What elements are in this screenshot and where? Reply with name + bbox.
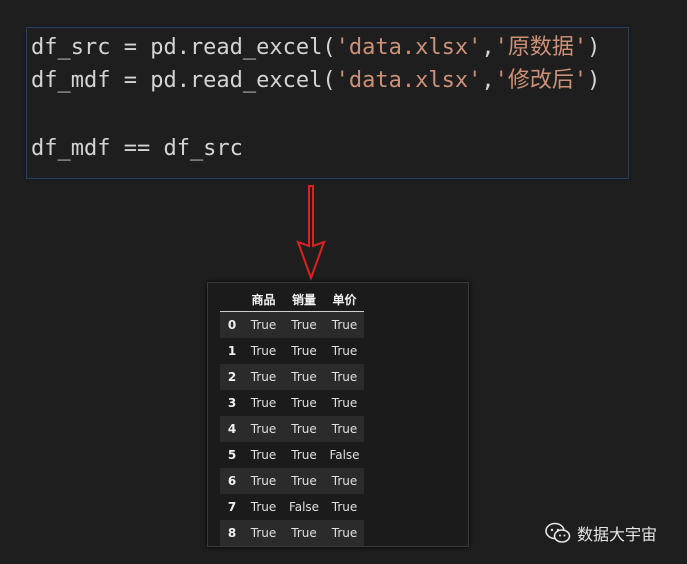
row-index: 6: [227, 474, 237, 488]
table-cell: True: [291, 396, 317, 410]
table-cell: True: [250, 500, 277, 514]
table-cell: True: [331, 344, 358, 358]
row-index: 0: [227, 318, 237, 332]
table-row: 1 True True True: [220, 338, 364, 364]
table-cell: False: [288, 500, 320, 514]
table-cell: True: [331, 500, 358, 514]
table-cell: True: [291, 526, 317, 540]
row-index: 5: [227, 448, 237, 462]
table-cell: True: [331, 370, 358, 384]
table-cell: True: [250, 422, 277, 436]
table-cell: True: [291, 318, 317, 332]
table-cell: True: [291, 370, 317, 384]
code-text: ,: [481, 35, 495, 60]
code-string: '修改后': [494, 68, 588, 93]
code-text: df_src = pd.read_excel(: [31, 35, 336, 60]
table-row: 7 True False True: [220, 494, 364, 520]
table-cell: True: [250, 448, 277, 462]
table-cell: True: [291, 448, 317, 462]
column-header: 商品: [244, 287, 283, 312]
code-line-1: df_src = pd.read_excel('data.xlsx','原数据'…: [31, 34, 600, 62]
code-text: ): [587, 35, 601, 60]
table-row: 2 True True True: [220, 364, 364, 390]
table-cell: True: [250, 396, 277, 410]
table-row: 0 True True True: [220, 311, 364, 338]
table-cell: True: [291, 344, 317, 358]
table-cell: True: [331, 474, 358, 488]
code-text: ,: [481, 68, 495, 93]
comparison-table: 商品 销量 单价 0 True True True 1 True True True 2 True…: [220, 287, 364, 546]
table-row: 5 True True False: [220, 442, 364, 468]
row-index: 1: [227, 344, 237, 358]
index-header: [220, 287, 244, 312]
row-index: 2: [227, 370, 237, 384]
code-string: '原数据': [494, 35, 588, 60]
table-cell: True: [291, 474, 317, 488]
row-index: 3: [227, 396, 237, 410]
code-line-2: df_mdf = pd.read_excel('data.xlsx','修改后'…: [31, 67, 600, 95]
code-string: 'data.xlsx': [335, 35, 482, 60]
table-row: 6 True True True: [220, 468, 364, 494]
column-header: 销量: [283, 287, 325, 312]
table-cell: True: [331, 422, 358, 436]
table-cell: True: [331, 318, 358, 332]
table-cell: True: [250, 526, 277, 540]
code-text: ): [587, 68, 601, 93]
code-text: df_mdf = pd.read_excel(: [31, 68, 336, 93]
row-index: 4: [227, 422, 237, 436]
table-cell: True: [331, 526, 358, 540]
wechat-icon: [545, 522, 571, 543]
down-arrow-icon: [296, 185, 326, 281]
table-cell: True: [291, 422, 317, 436]
code-string: 'data.xlsx': [335, 68, 482, 93]
row-index: 7: [227, 500, 237, 514]
code-cell[interactable]: df_src = pd.read_excel('data.xlsx','原数据'…: [26, 27, 629, 179]
table-cell: True: [250, 344, 277, 358]
table-cell: False: [329, 448, 360, 462]
table-cell: True: [250, 474, 277, 488]
watermark-text: 数据大宇宙: [577, 525, 658, 544]
column-header: 单价: [325, 287, 364, 312]
table-row: 8 True True True: [220, 520, 364, 546]
code-line-3: df_mdf == df_src: [31, 136, 243, 161]
table-cell: True: [331, 396, 358, 410]
dataframe-output: 商品 销量 单价 0 True True True 1 True True True 2 True…: [207, 282, 469, 547]
table-row: 3 True True True: [220, 390, 364, 416]
table-header-row: 商品 销量 单价: [220, 287, 364, 312]
table-cell: True: [250, 370, 277, 384]
watermark: 数据大宇宙: [545, 520, 657, 546]
row-index: 8: [227, 526, 237, 540]
table-row: 4 True True True: [220, 416, 364, 442]
table-cell: True: [250, 318, 277, 332]
